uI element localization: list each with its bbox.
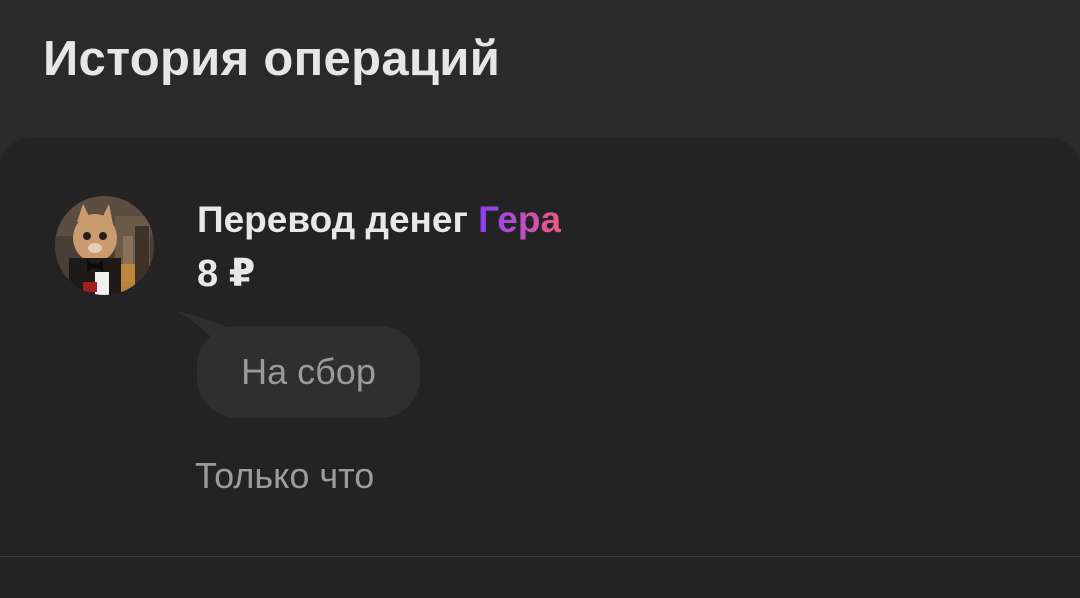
operation-amount: 8 ₽: [197, 253, 256, 295]
next-card-area: [0, 557, 1080, 598]
recipient-name[interactable]: Гера: [478, 199, 561, 240]
operation-title: Перевод денег Гера: [197, 196, 561, 244]
operation-timestamp: Только что: [195, 455, 375, 496]
operation-card[interactable]: Перевод денег Гера 8 ₽ На сбор Только чт…: [0, 138, 1080, 556]
avatar[interactable]: [55, 196, 154, 295]
operation-type: Перевод денег: [197, 199, 468, 240]
page-title: История операций: [43, 32, 501, 86]
bubble-tail-icon: [173, 310, 229, 356]
comment-text: На сбор: [241, 351, 376, 392]
comment-bubble: На сбор: [173, 310, 420, 418]
operations-history-screen: История операций Перевод денег Гера 8 ₽ …: [0, 0, 1080, 598]
user-avatar-icon: [55, 196, 154, 295]
